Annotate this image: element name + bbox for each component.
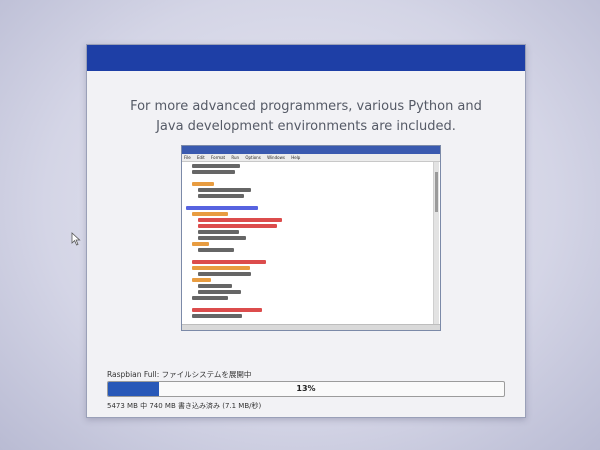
desktop-background: For more advanced programmers, various P… xyxy=(0,0,600,450)
code-line xyxy=(198,290,242,294)
ide-titlebar xyxy=(182,146,440,154)
code-line xyxy=(192,296,228,300)
code-line xyxy=(192,182,214,186)
code-line xyxy=(198,224,278,228)
code-line xyxy=(198,194,244,198)
code-line xyxy=(198,284,232,288)
install-progress-bar: 13% xyxy=(107,381,505,397)
progress-percent-label: 13% xyxy=(296,384,316,393)
ide-screenshot-preview: File Edit Format Run Options Windows Hel… xyxy=(181,145,441,331)
code-line xyxy=(198,248,234,252)
code-line xyxy=(192,314,243,318)
headline-line-1: For more advanced programmers, various P… xyxy=(130,99,482,114)
code-line xyxy=(192,266,250,270)
code-line xyxy=(198,272,251,276)
code-line xyxy=(186,206,258,210)
code-line xyxy=(198,236,246,240)
mouse-pointer-icon xyxy=(71,232,81,246)
ide-scrollbar xyxy=(433,162,439,326)
code-line xyxy=(198,230,239,234)
installer-titlebar xyxy=(87,45,525,71)
ide-menu-format: Format xyxy=(211,155,226,160)
ide-menu-options: Options xyxy=(245,155,261,160)
ide-menu-edit: Edit xyxy=(196,155,205,160)
code-line xyxy=(192,212,228,216)
install-status-text: Raspbian Full: ファイルシステムを展開中 xyxy=(107,370,252,379)
code-line xyxy=(192,308,262,312)
slide-headline: For more advanced programmers, various P… xyxy=(107,97,505,137)
code-line xyxy=(192,170,236,174)
write-stats-text: 5473 MB 中 740 MB 書き込み済み (7.1 MB/秒) xyxy=(107,402,262,410)
code-line xyxy=(192,242,209,246)
code-line xyxy=(198,188,251,192)
ide-menu-help: Help xyxy=(291,155,301,160)
ide-scrollbar-thumb xyxy=(435,172,438,212)
headline-line-2: Java development environments are includ… xyxy=(156,119,456,134)
code-line xyxy=(192,164,240,168)
ide-menu-run: Run xyxy=(231,155,240,160)
code-line xyxy=(192,260,267,264)
ide-menubar: File Edit Format Run Options Windows Hel… xyxy=(182,154,440,162)
ide-menu-windows: Windows xyxy=(267,155,285,160)
ide-code-area xyxy=(186,164,426,322)
code-line xyxy=(192,278,212,282)
installer-window: For more advanced programmers, various P… xyxy=(86,44,526,418)
ide-statusbar xyxy=(182,324,440,330)
code-line xyxy=(198,218,282,222)
ide-menu-file: File xyxy=(184,155,191,160)
